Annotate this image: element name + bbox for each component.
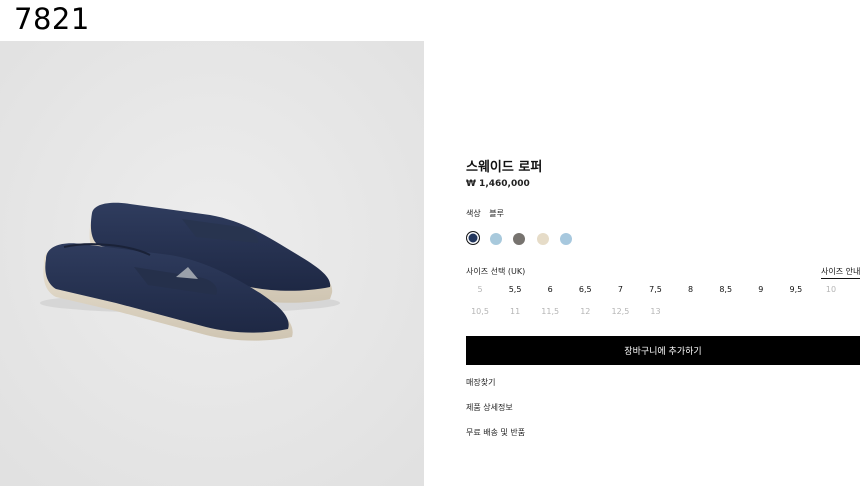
shipping-returns-link[interactable]: 무료 배송 및 반품 [466,427,525,438]
size-option[interactable]: 10 [816,285,846,294]
color-swatch[interactable] [466,231,480,245]
size-option[interactable]: 12 [570,307,600,316]
size-option[interactable]: 5,5 [500,285,530,294]
size-label: 사이즈 선택 (UK) [466,267,526,276]
size-option[interactable]: 13 [641,307,671,316]
size-guide-link[interactable]: 사이즈 안내 [821,266,860,279]
color-label-text: 색상 [466,209,481,218]
product-image [0,41,424,486]
size-option[interactable]: 6,5 [570,285,600,294]
size-option[interactable]: 11 [500,307,530,316]
size-option[interactable]: 5 [465,285,495,294]
size-option[interactable]: 7 [605,285,635,294]
size-option[interactable]: 9,5 [781,285,811,294]
size-option[interactable]: 12,5 [605,307,635,316]
size-option[interactable]: 7,5 [641,285,671,294]
size-option[interactable]: 6 [535,285,565,294]
loafer-illustration [0,41,424,486]
selected-color-name: 블루 [489,209,505,218]
product-details-link[interactable]: 제품 상세정보 [466,402,513,413]
image-id-label: 7821 [14,2,90,36]
size-option[interactable]: 10,5 [465,307,495,316]
size-option[interactable]: 9 [746,285,776,294]
color-swatch[interactable] [513,233,525,245]
size-option[interactable]: 8,5 [711,285,741,294]
add-to-cart-button[interactable]: 장바구니에 추가하기 [466,336,860,365]
product-price: ₩ 1,460,000 [466,179,530,189]
size-option[interactable]: 11,5 [535,307,565,316]
product-title: 스웨이드 로퍼 [466,160,543,175]
size-option[interactable]: 8 [676,285,706,294]
color-swatch[interactable] [560,233,572,245]
product-info-panel: 스웨이드 로퍼 ₩ 1,460,000 색상 블루 사이즈 선택 (UK) 사이… [466,0,860,486]
store-locator-link[interactable]: 매장찾기 [466,377,495,388]
color-swatch[interactable] [536,233,549,245]
color-swatch[interactable] [489,233,502,245]
color-label: 색상 블루 [466,208,510,219]
